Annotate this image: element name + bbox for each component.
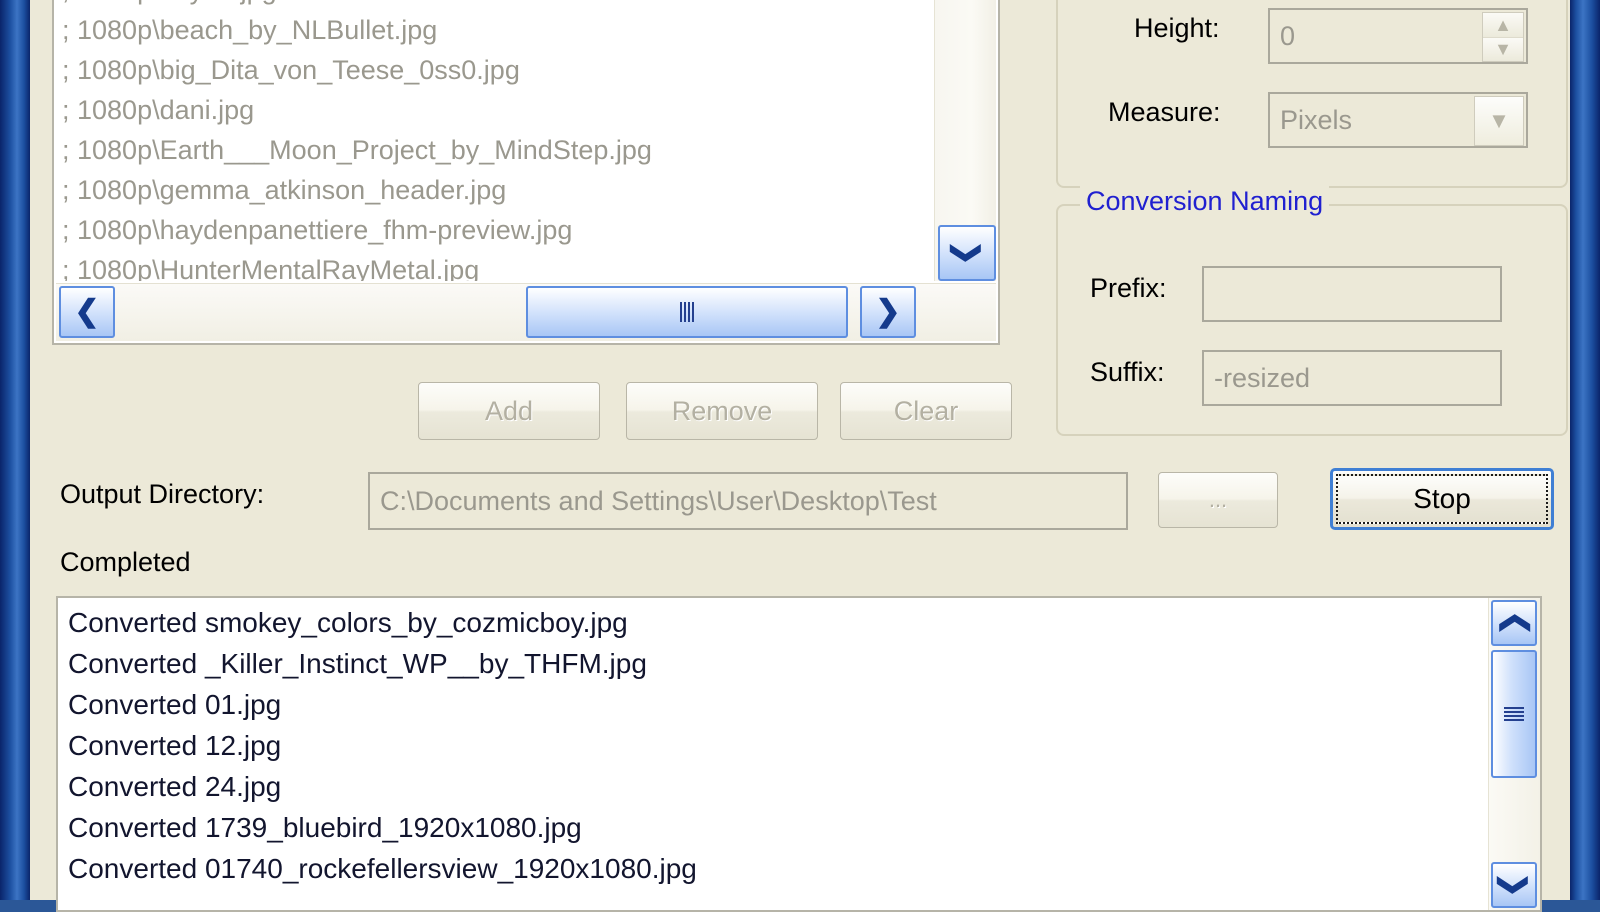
add-button[interactable]: Add <box>418 382 600 440</box>
height-value: 0 <box>1280 20 1296 51</box>
conversion-naming-legend: Conversion Naming <box>1080 186 1330 217</box>
horizontal-scroll-thumb[interactable] <box>526 286 848 338</box>
chevron-down-glyph: ❯ <box>950 240 984 266</box>
window-right-border <box>1570 0 1600 900</box>
chevron-down-icon[interactable]: ❯ <box>938 225 996 281</box>
output-directory-input[interactable]: C:\Documents and Settings\User\Desktop\T… <box>368 472 1128 530</box>
chevron-up-icon[interactable]: ❯ <box>1491 600 1537 646</box>
list-item[interactable]: Converted 1739_bluebird_1920x1080.jpg <box>68 807 1484 848</box>
chevron-right-glyph: ❯ <box>875 295 901 328</box>
application-window: ; 1080p\anya1.jpg ; 1080p\beach_by_NLBul… <box>0 0 1600 912</box>
height-spinner[interactable]: ▲ ▼ <box>1482 12 1524 62</box>
stop-button-label: Stop <box>1336 474 1548 524</box>
output-directory-value: C:\Documents and Settings\User\Desktop\T… <box>380 485 937 516</box>
suffix-label: Suffix: <box>1090 357 1165 387</box>
chevron-down-icon[interactable]: ❯ <box>1491 862 1537 908</box>
chevron-down-icon[interactable]: ▼ <box>1483 36 1523 61</box>
completed-listbox[interactable]: Converted smokey_colors_by_cozmicboy.jpg… <box>56 596 1542 912</box>
list-item[interactable]: ; 1080p\gemma_atkinson_header.jpg <box>62 170 934 210</box>
list-item[interactable]: Converted smokey_colors_by_cozmicboy.jpg <box>68 602 1484 643</box>
list-item[interactable]: ; 1080p\HunterMentalRayMetal.jpg <box>62 250 934 281</box>
measure-value: Pixels <box>1280 104 1353 135</box>
chevron-right-icon[interactable]: ❯ <box>860 286 916 338</box>
chevron-down-glyph: ❯ <box>1497 872 1531 898</box>
list-item[interactable]: Converted 24.jpg <box>68 766 1484 807</box>
height-label: Height: <box>1134 13 1220 43</box>
clear-button[interactable]: Clear <box>840 382 1012 440</box>
source-file-list-items: ; 1080p\anya1.jpg ; 1080p\beach_by_NLBul… <box>54 0 934 281</box>
list-item[interactable]: Converted _Killer_Instinct_WP__by_THFM.j… <box>68 643 1484 684</box>
measure-label: Measure: <box>1108 97 1221 127</box>
completed-label: Completed <box>60 547 191 577</box>
list-item[interactable]: Converted 01740_rockefellersview_1920x10… <box>68 848 1484 889</box>
list-item[interactable]: ; 1080p\Earth___Moon_Project_by_MindStep… <box>62 130 934 170</box>
list-item[interactable]: ; 1080p\anya1.jpg <box>62 0 934 10</box>
chevron-left-glyph: ❮ <box>74 295 100 328</box>
window-client-area: ; 1080p\anya1.jpg ; 1080p\beach_by_NLBul… <box>30 0 1570 912</box>
browse-button[interactable]: ... <box>1158 472 1278 528</box>
height-field[interactable]: 0 ▲ ▼ <box>1268 8 1528 64</box>
prefix-label: Prefix: <box>1090 273 1167 303</box>
chevron-left-icon[interactable]: ❮ <box>59 286 115 338</box>
chevron-up-icon[interactable]: ▲ <box>1483 13 1523 37</box>
grip-icon <box>680 302 694 322</box>
completed-vertical-scrollbar[interactable]: ❯ ❯ <box>1488 598 1540 910</box>
suffix-input[interactable]: -resized <box>1202 350 1502 406</box>
suffix-value: -resized <box>1214 362 1311 393</box>
chevron-down-icon[interactable]: ▼ <box>1474 96 1524 146</box>
stop-button[interactable]: Stop <box>1330 468 1554 530</box>
source-list-horizontal-scrollbar[interactable]: ❮ ❯ <box>56 283 996 341</box>
list-item[interactable]: ; 1080p\beach_by_NLBullet.jpg <box>62 10 934 50</box>
source-file-listbox[interactable]: ; 1080p\anya1.jpg ; 1080p\beach_by_NLBul… <box>52 0 1000 345</box>
list-item[interactable]: ; 1080p\big_Dita_von_Teese_0ss0.jpg <box>62 50 934 90</box>
grip-icon <box>1504 707 1524 721</box>
list-item[interactable]: ; 1080p\dani.jpg <box>62 90 934 130</box>
list-item[interactable]: Converted 12.jpg <box>68 725 1484 766</box>
remove-button[interactable]: Remove <box>626 382 818 440</box>
measure-select[interactable]: Pixels ▼ <box>1268 92 1528 148</box>
list-item[interactable]: Converted 01.jpg <box>68 684 1484 725</box>
prefix-input[interactable] <box>1202 266 1502 322</box>
chevron-up-glyph: ❯ <box>1496 610 1530 636</box>
list-item[interactable]: ; 1080p\haydenpanettiere_fhm-preview.jpg <box>62 210 934 250</box>
output-directory-label: Output Directory: <box>60 479 265 509</box>
vertical-scroll-thumb[interactable] <box>1491 650 1537 778</box>
completed-list-items: Converted smokey_colors_by_cozmicboy.jpg… <box>68 602 1484 910</box>
